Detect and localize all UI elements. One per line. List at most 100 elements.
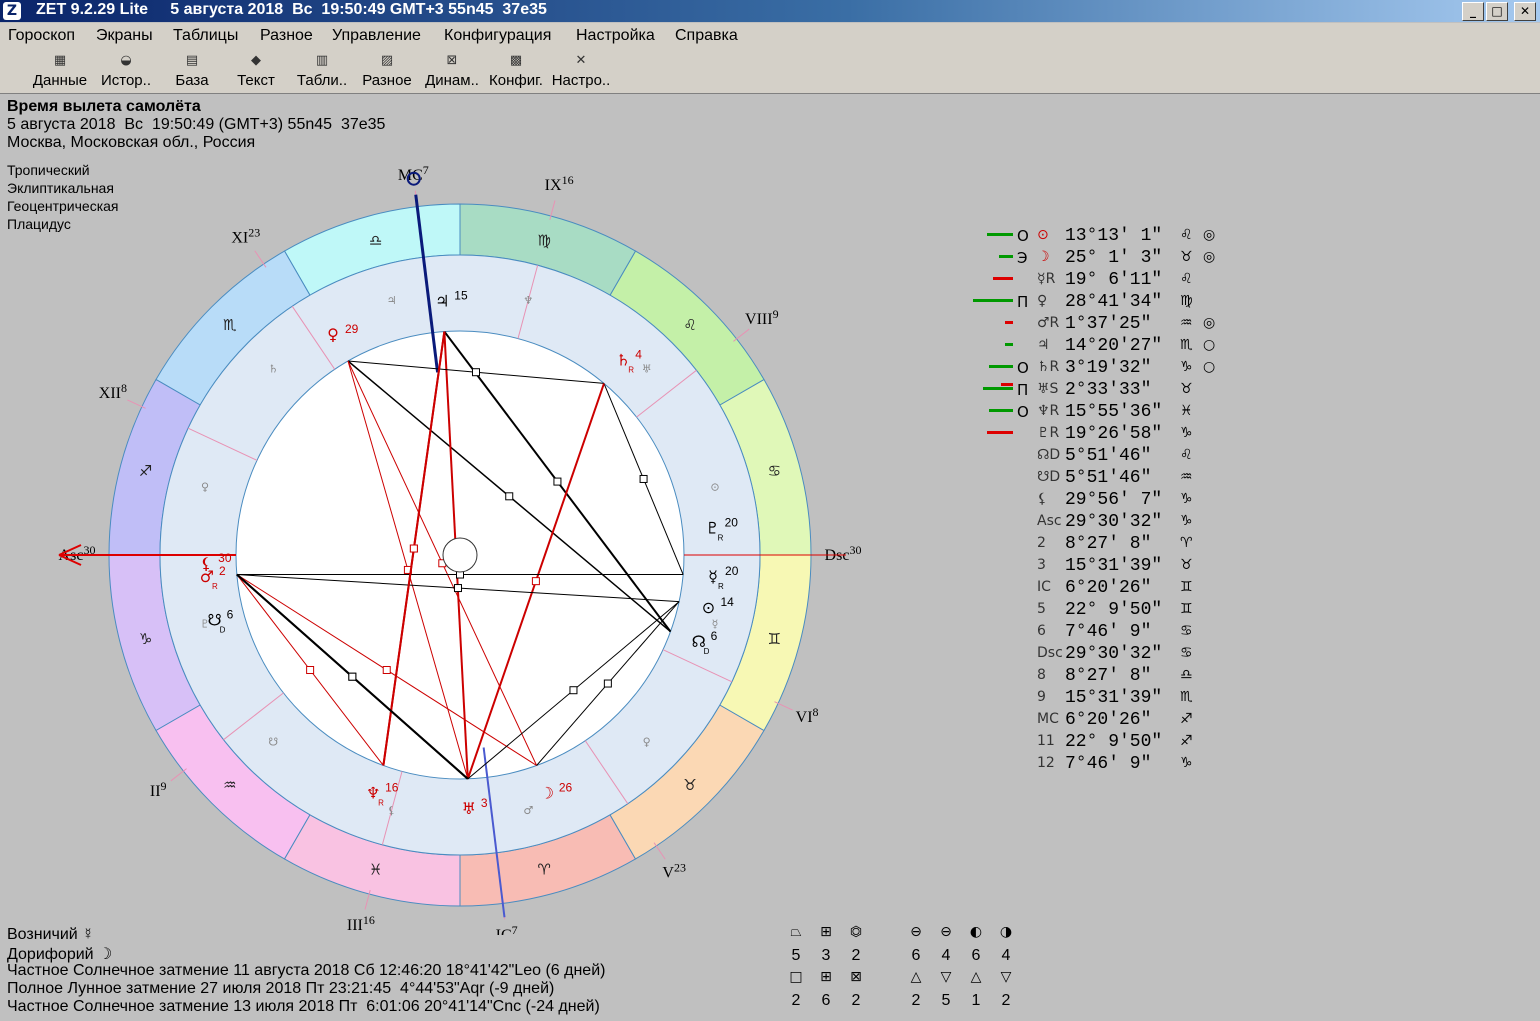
position-row: П ♀ 28°41'34" ♍ — [965, 292, 1225, 314]
strength-bar — [989, 409, 1013, 412]
planet-motion-flag: R — [718, 582, 724, 591]
toolbar-database-button[interactable]: ▤ База — [160, 51, 224, 91]
zodiac-sign-glyph: ♊ — [768, 630, 781, 648]
status-icon: ◎ — [1203, 227, 1216, 243]
planet-motion-flag: D — [220, 626, 226, 635]
position-row: Asc 29°30'32" ♑ — [965, 512, 1225, 534]
menu-settings[interactable]: Настройка — [576, 27, 655, 45]
close-button[interactable]: ✕ — [1514, 2, 1536, 21]
menu-control[interactable]: Управление — [332, 27, 421, 45]
zodiac-sign-icon: ♏ — [1180, 337, 1193, 353]
position-row: 5 22° 9'50" ♊ — [965, 600, 1225, 622]
strength-bar — [1005, 321, 1013, 324]
position-degree: 15°55'36" — [1065, 402, 1163, 422]
planet-degree: 15 — [454, 289, 468, 303]
minimize-button[interactable]: _ — [1462, 2, 1484, 21]
natal-chart-wheel[interactable]: ♑♒♓♈♉♊♋♌♍♎♏♐Asc30II9III16IC7V23VI8Dsc30V… — [0, 95, 960, 935]
element-count: 5 — [941, 992, 951, 1009]
planet-symbol: ♇R — [1037, 425, 1060, 441]
zodiac-sign-icon: ♌ — [1180, 271, 1193, 287]
toolbar-text-button[interactable]: ◆ Текст — [224, 51, 288, 91]
eclipse-line-2: Полное Лунное затмение 27 июля 2018 Пт 2… — [7, 980, 555, 997]
position-degree: 29°30'32" — [1065, 512, 1163, 532]
position-degree: 6°20'26" — [1065, 710, 1152, 730]
element-icon: ⊖ — [910, 924, 922, 940]
planet-degree: 20 — [725, 564, 739, 578]
position-degree: 3°19'32" — [1065, 358, 1152, 378]
strength-bar — [993, 277, 1013, 280]
planet-glyph[interactable]: ⊙ — [702, 598, 715, 617]
position-row: ⚸ 29°56' 7" ♑ — [965, 490, 1225, 512]
aspect-type-icon: ⊞ — [820, 924, 832, 940]
aspect-marker — [569, 686, 578, 695]
menu-screens[interactable]: Экраны — [96, 27, 153, 45]
planet-degree: 6 — [227, 608, 234, 622]
menu-misc[interactable]: Разное — [260, 27, 313, 45]
sign-ruler-glyph: ♆ — [523, 294, 533, 307]
position-row: IC 6°20'26" ♊ — [965, 578, 1225, 600]
zodiac-sign-icon: ♒ — [1180, 315, 1193, 331]
aspect-marker — [348, 672, 357, 681]
sign-ruler-glyph: ⊙ — [710, 481, 719, 494]
planet-symbol: 6 — [1037, 623, 1046, 639]
aspect-marker — [639, 474, 648, 483]
position-degree: 1°37'25" — [1065, 314, 1152, 334]
strength-bar — [1005, 343, 1013, 346]
sign-ruler-glyph: ♅ — [642, 362, 652, 375]
planet-degree: 30 — [218, 551, 232, 565]
position-degree: 25° 1' 3" — [1065, 248, 1163, 268]
position-degree: 14°20'27" — [1065, 336, 1163, 356]
title-bar[interactable]: Z ZET 9.2.29 Lite 5 августа 2018 Вс 19:5… — [0, 0, 1540, 22]
position-degree: 8°27' 8" — [1065, 666, 1152, 686]
position-degree: 13°13' 1" — [1065, 226, 1163, 246]
window-title: ZET 9.2.29 Lite 5 августа 2018 Вс 19:50:… — [36, 1, 547, 18]
planet-degree: 14 — [720, 595, 734, 609]
menu-configuration[interactable]: Конфигурация — [444, 27, 551, 45]
position-row: ♂R 1°37'25" ♒ ◎ — [965, 314, 1225, 336]
zodiac-sign-icon: ♋ — [1180, 645, 1193, 661]
house-label: III16 — [347, 913, 375, 934]
sign-ruler-glyph: ♃ — [387, 294, 397, 307]
zodiac-sign-glyph: ♑ — [139, 630, 152, 648]
aspect-count: 2 — [851, 992, 861, 1009]
position-degree: 5°51'46" — [1065, 446, 1152, 466]
menu-tables[interactable]: Таблицы — [173, 27, 238, 45]
house-cusp-tick — [733, 328, 750, 342]
planet-symbol: ⊙ — [1037, 227, 1049, 243]
zodiac-sign-icon: ♍ — [1180, 293, 1193, 309]
element-count: 6 — [971, 947, 981, 964]
toolbar-misc-button[interactable]: ▨ Разное — [355, 51, 419, 91]
planet-symbol: 8 — [1037, 667, 1046, 683]
app-icon[interactable]: Z — [3, 2, 21, 20]
planet-symbol: 12 — [1037, 755, 1055, 771]
toolbar-history-button[interactable]: ◒ Истор.. — [94, 51, 158, 91]
text-icon: ◆ — [251, 53, 261, 68]
position-row: Э ☽ 25° 1' 3" ♉ ◎ — [965, 248, 1225, 270]
planet-glyph[interactable]: ♀ — [327, 325, 339, 344]
zodiac-sign-icon: ♉ — [1180, 381, 1193, 397]
zodiac-sign-glyph: ♓ — [369, 860, 382, 878]
position-degree: 22° 9'50" — [1065, 732, 1163, 752]
planet-glyph[interactable]: ☿ — [708, 567, 718, 586]
position-degree: 19°26'58" — [1065, 424, 1163, 444]
aspect-marker — [409, 544, 418, 553]
planet-degree: 26 — [559, 781, 573, 795]
house-label: IC7 — [496, 923, 518, 935]
toolbar-settings-button[interactable]: ✕ Настро.. — [549, 51, 613, 91]
menu-help[interactable]: Справка — [675, 27, 738, 45]
planet-glyph[interactable]: ☽ — [540, 784, 554, 803]
aspect-letter: П — [1017, 381, 1029, 399]
menu-horoscope[interactable]: Гороскоп — [8, 27, 75, 45]
toolbar-dynamics-button[interactable]: ⊠ Динам.. — [420, 51, 484, 91]
position-row: 11 22° 9'50" ♐ — [965, 732, 1225, 754]
earth-center — [442, 537, 478, 573]
toolbar-table-button[interactable]: ▥ Табли.. — [290, 51, 354, 91]
planet-degree: 16 — [385, 781, 399, 795]
planet-glyph[interactable]: ♅ — [462, 799, 476, 818]
maximize-button[interactable]: □ — [1486, 2, 1508, 21]
chart-area[interactable]: Время вылета самолёта 5 августа 2018 Вс … — [0, 95, 1540, 1021]
toolbar-data-button[interactable]: ▦ Данные — [28, 51, 92, 91]
planet-glyph[interactable]: ♃ — [435, 292, 449, 311]
toolbar-config-button[interactable]: ▩ Конфиг. — [484, 51, 548, 91]
zodiac-sign-icon: ♓ — [1180, 403, 1193, 419]
